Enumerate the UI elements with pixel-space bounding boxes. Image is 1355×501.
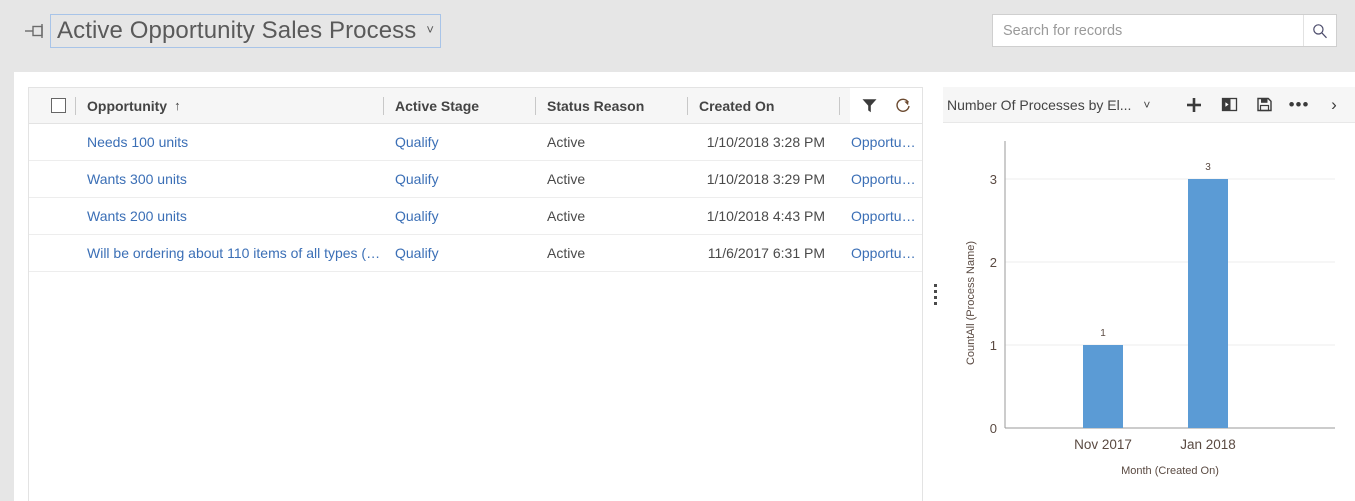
splitter-grip-icon	[933, 283, 937, 305]
cell-status-reason: Active	[547, 208, 586, 224]
cell-created-on: 11/6/2017 6:31 PM	[707, 245, 825, 261]
column-header-opportunity-label: Opportunity	[87, 97, 168, 114]
view-selector-label: Active Opportunity Sales Process	[57, 17, 417, 44]
xtick-nov-2017: Nov 2017	[1074, 437, 1132, 452]
cell-process[interactable]: Opportunity Sa	[839, 134, 922, 150]
view-selector[interactable]: Active Opportunity Sales Process ˅	[50, 14, 441, 48]
cell-opportunity[interactable]: Needs 100 units	[75, 134, 383, 150]
bar-value-label-nov-2017: 1	[1100, 328, 1106, 339]
cell-status-reason: Active	[547, 171, 586, 187]
x-axis-title: Month (Created On)	[1121, 465, 1219, 477]
column-header-created-on[interactable]: Created On	[687, 88, 839, 124]
chart-header: Number Of Processes by El... ˅ ••• ›	[943, 87, 1355, 123]
sort-ascending-icon: ↑	[174, 98, 181, 113]
cell-opportunity[interactable]: Will be ordering about 110 items of all …	[75, 245, 383, 261]
search-input[interactable]	[993, 15, 1303, 46]
ytick-1: 1	[990, 338, 997, 353]
grid-header-tools	[850, 88, 922, 123]
cell-active-stage[interactable]: Qualify	[383, 171, 535, 187]
column-header-active-stage-label: Active Stage	[395, 97, 480, 114]
collapse-right-icon[interactable]: ›	[1323, 94, 1345, 116]
filter-icon[interactable]	[859, 96, 879, 116]
refresh-icon[interactable]	[893, 96, 913, 116]
column-divider	[687, 96, 688, 115]
search-icon	[1313, 23, 1327, 38]
search-button[interactable]	[1303, 15, 1336, 46]
column-header-status-reason[interactable]: Status Reason	[535, 88, 687, 124]
chart-body: 0 1 2 3 1 3 Nov 2017 Jan 2018 Month (Cre…	[943, 123, 1355, 501]
y-axis-title: CountAll (Process Name)	[965, 241, 977, 365]
add-icon[interactable]	[1183, 94, 1205, 116]
search-box[interactable]	[992, 14, 1337, 47]
cell-status-reason: Active	[547, 245, 586, 261]
cell-active-stage[interactable]: Qualify	[383, 208, 535, 224]
expand-panel-icon[interactable]	[1218, 94, 1240, 116]
cell-process[interactable]: Opportunity Sa	[839, 245, 922, 261]
chart-panel: Number Of Processes by El... ˅ ••• › 0 1…	[943, 87, 1355, 501]
column-header-active-stage[interactable]: Active Stage	[383, 88, 535, 124]
table-row[interactable]: Needs 100 units Qualify Active 1/10/2018…	[29, 124, 922, 161]
grid-header-row: Opportunity ↑ Active Stage Status Reason…	[29, 88, 922, 124]
bar-value-label-jan-2018: 3	[1205, 162, 1211, 173]
bar-jan-2018[interactable]	[1188, 179, 1228, 428]
chevron-down-icon[interactable]: ˅	[426, 23, 434, 39]
cell-opportunity[interactable]: Wants 300 units	[75, 171, 383, 187]
table-row[interactable]: Wants 300 units Qualify Active 1/10/2018…	[29, 161, 922, 198]
cell-opportunity[interactable]: Wants 200 units	[75, 208, 383, 224]
cell-created-on: 1/10/2018 3:28 PM	[706, 134, 825, 150]
bar-chart: 0 1 2 3 1 3 Nov 2017 Jan 2018 Month (Cre…	[965, 141, 1335, 477]
records-grid-panel: Opportunity ↑ Active Stage Status Reason…	[28, 87, 923, 501]
cell-created-on: 1/10/2018 3:29 PM	[706, 171, 825, 187]
cell-active-stage[interactable]: Qualify	[383, 134, 535, 150]
cell-created-on: 1/10/2018 4:43 PM	[706, 208, 825, 224]
more-options-icon[interactable]: •••	[1288, 94, 1310, 116]
table-row[interactable]: Wants 200 units Qualify Active 1/10/2018…	[29, 198, 922, 235]
column-divider	[839, 96, 840, 115]
content-area: Opportunity ↑ Active Stage Status Reason…	[14, 72, 1355, 501]
column-header-status-reason-label: Status Reason	[547, 97, 645, 114]
chevron-down-icon[interactable]: ˅	[1143, 98, 1150, 112]
top-command-bar: Active Opportunity Sales Process ˅	[0, 0, 1355, 60]
cell-process[interactable]: Opportunity Sa	[839, 208, 922, 224]
xtick-jan-2018: Jan 2018	[1180, 437, 1236, 452]
table-row[interactable]: Will be ordering about 110 items of all …	[29, 235, 922, 272]
column-divider	[535, 96, 536, 115]
panel-splitter[interactable]	[927, 87, 943, 501]
cell-status-reason: Active	[547, 134, 586, 150]
column-header-opportunity[interactable]: Opportunity ↑	[75, 88, 383, 124]
ytick-2: 2	[990, 255, 997, 270]
ytick-0: 0	[990, 421, 997, 436]
column-header-created-on-label: Created On	[699, 97, 775, 114]
chart-title: Number Of Processes by El...	[947, 96, 1132, 113]
select-all-checkbox[interactable]	[50, 98, 66, 113]
pin-icon[interactable]	[24, 22, 46, 40]
save-icon[interactable]	[1253, 94, 1275, 116]
select-all-cell[interactable]	[29, 88, 75, 124]
ytick-3: 3	[990, 172, 997, 187]
column-divider	[383, 96, 384, 115]
cell-active-stage[interactable]: Qualify	[383, 245, 535, 261]
grid-body: Needs 100 units Qualify Active 1/10/2018…	[29, 124, 922, 272]
column-divider	[75, 96, 76, 115]
cell-process[interactable]: Opportunity Sa	[839, 171, 922, 187]
chart-toolbar: ••• ›	[1183, 94, 1355, 116]
bar-nov-2017[interactable]	[1083, 345, 1123, 428]
